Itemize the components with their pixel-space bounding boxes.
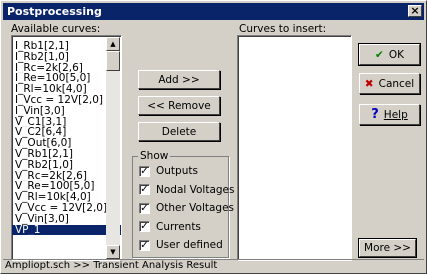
curve-item[interactable]: I_Rb1[2,1]	[12, 41, 121, 52]
checkbox-check-icon[interactable]: ✓	[139, 239, 150, 251]
add-button[interactable]: Add >>	[138, 70, 220, 89]
show-option-checkbox[interactable]: ✓ User defined	[139, 238, 223, 252]
curve-item[interactable]: V_C1[3,1]	[12, 117, 121, 128]
x-icon: ✖	[364, 77, 374, 90]
close-icon: ×	[410, 4, 420, 17]
curve-item[interactable]: V_Vin[3,0]	[12, 214, 121, 225]
curve-item[interactable]: V_Vcc = 12V[2,0]	[12, 203, 121, 214]
curve-item[interactable]: I_Rc=2k[2,6]	[12, 63, 121, 74]
show-option-label: Other Voltages	[156, 202, 235, 214]
show-option-checkbox[interactable]: ✓ Nodal Voltages	[139, 183, 235, 197]
show-group: Show ✓ Outputs ✓ Nodal Voltages ✓ Other Volta…	[132, 150, 235, 258]
curve-item[interactable]: V_Rb1[2,1]	[12, 149, 121, 160]
status-text: Ampliopt.sch >> Transient Analysis Resul…	[5, 260, 218, 271]
available-curves-label: Available curves:	[11, 23, 101, 35]
show-option-label: Currents	[156, 220, 201, 233]
scroll-up-button[interactable]: ▲	[106, 37, 120, 51]
show-option-label: Outputs	[156, 165, 198, 177]
check-icon: ✔	[375, 48, 384, 61]
curve-item[interactable]: I_Rl=10k[4,0]	[12, 84, 121, 95]
checkbox-check-icon[interactable]: ✓	[139, 202, 150, 214]
checkbox-check-icon[interactable]: ✓	[139, 221, 150, 232]
close-button[interactable]: ×	[408, 5, 422, 17]
remove-button-label: << Remove	[147, 99, 211, 112]
curve-item[interactable]: V_Rl=10k[4,0]	[12, 192, 121, 203]
remove-button[interactable]: << Remove	[138, 96, 220, 115]
curve-item[interactable]: V_Rc=2k[2,6]	[12, 171, 121, 182]
help-button-label: Help	[383, 108, 408, 121]
add-button-label: Add >>	[158, 73, 200, 86]
show-group-title: Show	[138, 150, 171, 162]
more-button-label: More >>	[364, 242, 411, 254]
show-option-label: User defined	[156, 239, 223, 251]
curve-item[interactable]: I_Vcc = 12V[2,0]	[12, 95, 121, 106]
curve-item[interactable]: I_Vin[3,0]	[12, 106, 121, 117]
curve-item[interactable]: V_Re=100[5,0]	[12, 181, 121, 192]
curve-item[interactable]: V_Out[6,0]	[12, 138, 121, 149]
scroll-down-button[interactable]: ▼	[106, 245, 120, 259]
question-icon: ?	[371, 107, 379, 122]
cancel-button[interactable]: ✖ Cancel	[359, 73, 420, 94]
curves-to-insert-list[interactable]	[237, 35, 352, 261]
help-button[interactable]: ? Help	[359, 104, 420, 125]
curve-item[interactable]: I_Rb2[1,0]	[12, 52, 121, 63]
curves-to-insert-label: Curves to insert:	[239, 23, 327, 35]
delete-button-label: Delete	[161, 125, 197, 138]
dialog-title: Postprocessing	[7, 5, 102, 18]
more-button[interactable]: More >>	[358, 238, 417, 258]
ok-button-label: OK	[388, 48, 404, 61]
show-option-checkbox[interactable]: ✓ Outputs	[139, 164, 198, 178]
checkbox-check-icon[interactable]: ✓	[139, 165, 150, 177]
show-option-label: Nodal Voltages	[156, 183, 235, 196]
delete-button[interactable]: Delete	[138, 122, 220, 141]
list-scrollbar[interactable]: ▲ ▼	[106, 37, 120, 259]
curve-items: I_Rb1[2,1] I_Rb2[1,0] I_Rc=2k[2,6] I_Re=100…	[12, 41, 121, 236]
postprocessing-dialog: Postprocessing × Available curves: Curve…	[0, 0, 427, 274]
curve-item[interactable]: I_Re=100[5,0]	[12, 73, 121, 84]
scroll-thumb[interactable]	[106, 51, 120, 71]
available-curves-list[interactable]: I_Rb1[2,1] I_Rb2[1,0] I_Rc=2k[2,6] I_Re=100…	[11, 35, 122, 261]
curve-item[interactable]: VP_1	[12, 224, 121, 236]
curve-item[interactable]: V_C2[6,4]	[12, 127, 121, 138]
checkbox-check-icon[interactable]: ✓	[139, 184, 150, 195]
ok-button[interactable]: ✔ OK	[358, 43, 421, 66]
show-option-checkbox[interactable]: ✓ Other Voltages	[139, 201, 234, 215]
status-bar: Ampliopt.sch >> Transient Analysis Resul…	[3, 259, 424, 271]
show-option-checkbox[interactable]: ✓ Currents	[139, 220, 201, 234]
curve-item[interactable]: V_Rb2[1,0]	[12, 160, 121, 171]
title-bar: Postprocessing ×	[3, 3, 424, 20]
cancel-button-label: Cancel	[378, 77, 415, 90]
